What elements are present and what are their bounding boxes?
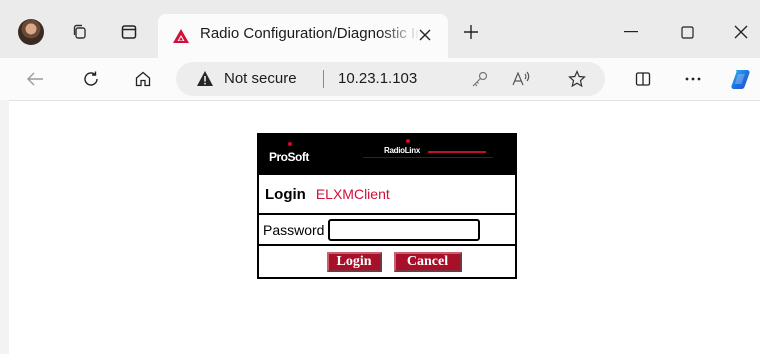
- workspaces-icon[interactable]: [68, 20, 92, 44]
- split-screen-icon[interactable]: [630, 66, 656, 92]
- browser-toolbar: Not secure 10.23.1.103: [0, 58, 760, 100]
- refresh-icon[interactable]: [78, 66, 104, 92]
- banner: ProSoft RadioLinx: [259, 135, 515, 175]
- address-divider: [323, 70, 324, 88]
- button-row: Login Cancel: [259, 246, 515, 277]
- radiolinx-tagline: [428, 151, 486, 153]
- cancel-button[interactable]: Cancel: [393, 251, 462, 272]
- prosoft-logo: ProSoft: [269, 150, 309, 164]
- copilot-icon[interactable]: [728, 66, 754, 92]
- radiolinx-logo: RadioLinx: [384, 146, 420, 155]
- password-row: Password: [259, 215, 515, 246]
- home-icon[interactable]: [130, 66, 156, 92]
- login-heading: Login: [265, 185, 306, 203]
- more-dots-icon[interactable]: [680, 66, 706, 92]
- profile-avatar[interactable]: [18, 19, 44, 45]
- url-text[interactable]: 10.23.1.103: [338, 70, 417, 87]
- warning-triangle-icon[interactable]: [196, 70, 214, 92]
- tab-title: Radio Configuration/Diagnostic Interface: [200, 25, 420, 42]
- tab-strip: Radio Configuration/Diagnostic Interface: [0, 0, 760, 58]
- star-icon[interactable]: [565, 67, 589, 91]
- radiolinx-logo-dot: [406, 139, 410, 143]
- password-input[interactable]: [328, 218, 481, 241]
- plus-icon[interactable]: [459, 20, 483, 44]
- page-content: ProSoft RadioLinx Login ELXMClient Passw…: [9, 100, 760, 354]
- address-bar[interactable]: Not secure 10.23.1.103: [176, 62, 605, 96]
- client-name: ELXMClient: [315, 186, 390, 202]
- read-aloud-icon[interactable]: [509, 67, 533, 91]
- prosoft-logo-dot: [288, 142, 292, 146]
- close-tab-icon[interactable]: [414, 24, 436, 46]
- login-panel: ProSoft RadioLinx Login ELXMClient Passw…: [257, 133, 517, 279]
- maximize-icon[interactable]: [672, 17, 702, 47]
- login-title-row: Login ELXMClient: [259, 175, 515, 215]
- minimize-icon[interactable]: [616, 17, 646, 47]
- close-icon[interactable]: [726, 17, 756, 47]
- tab-active[interactable]: Radio Configuration/Diagnostic Interface: [158, 14, 448, 58]
- banner-rule: [363, 157, 493, 158]
- prosoft-triangle-icon: [172, 28, 190, 49]
- key-icon[interactable]: [468, 67, 492, 91]
- password-label: Password: [263, 221, 325, 238]
- login-button[interactable]: Login: [326, 251, 382, 272]
- tab-actions-icon[interactable]: [117, 20, 141, 44]
- security-status[interactable]: Not secure: [224, 70, 297, 87]
- back-arrow-icon[interactable]: [22, 66, 48, 92]
